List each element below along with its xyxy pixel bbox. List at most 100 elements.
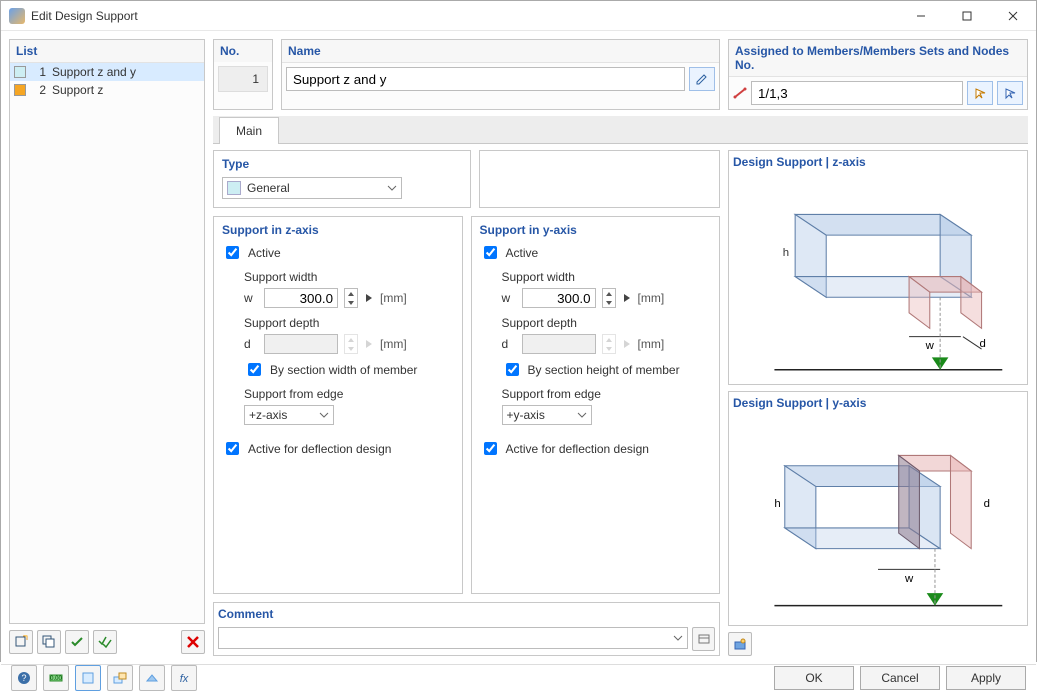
list-swatch (14, 84, 26, 96)
z-width-input[interactable] (264, 288, 338, 308)
number-field[interactable]: 1 (218, 66, 268, 92)
assigned-panel: Assigned to Members/Members Sets and Nod… (728, 39, 1028, 110)
y-active-checkbox[interactable] (484, 246, 497, 259)
y-width-sym: w (502, 291, 516, 305)
z-edge-combo[interactable]: +z-axis (244, 405, 334, 425)
y-deflection-label: Active for deflection design (506, 442, 649, 456)
type-swatch (227, 181, 241, 195)
y-width-step-icon[interactable] (622, 293, 632, 303)
z-edge-value: +z-axis (249, 408, 287, 422)
z-depth-step-icon (364, 339, 374, 349)
type-group: Type General (213, 150, 471, 208)
check-multi-button[interactable] (93, 630, 117, 654)
z-width-spinner[interactable] (344, 288, 358, 308)
maximize-button[interactable] (944, 1, 990, 31)
z-active-checkbox[interactable] (226, 246, 239, 259)
z-width-step-icon[interactable] (364, 293, 374, 303)
y-edge-combo[interactable]: +y-axis (502, 405, 592, 425)
edit-name-button[interactable] (689, 67, 715, 91)
assigned-input[interactable] (751, 81, 963, 105)
y-deflection-checkbox[interactable] (484, 442, 497, 455)
y-by-section-checkbox[interactable] (506, 363, 519, 376)
name-panel: Name (281, 39, 720, 110)
z-by-section-checkbox[interactable] (248, 363, 261, 376)
svg-text:h: h (783, 247, 789, 259)
y-depth-input (522, 334, 596, 354)
copy-item-button[interactable] (37, 630, 61, 654)
tabstrip: Main (213, 116, 1028, 144)
z-width-sym: w (244, 291, 258, 305)
preview-z-svg: h w d (733, 173, 1023, 380)
z-by-section-label: By section width of member (270, 363, 417, 377)
minimize-button[interactable] (898, 1, 944, 31)
y-width-spinner[interactable] (602, 288, 616, 308)
list-item-label: Support z (52, 83, 103, 97)
list-item-label: Support z and y (52, 65, 136, 79)
chevron-down-icon (577, 410, 587, 420)
pick-members-button[interactable] (967, 81, 993, 105)
list-item-number: 1 (32, 65, 46, 79)
delete-item-button[interactable] (181, 630, 205, 654)
support-z-header: Support in z-axis (222, 223, 454, 237)
preview-settings-button[interactable] (728, 632, 752, 656)
y-by-section-label: By section height of member (528, 363, 680, 377)
y-depth-label: Support depth (502, 316, 712, 330)
svg-text:fx: fx (180, 673, 189, 685)
type-combo[interactable]: General (222, 177, 402, 199)
y-active-label: Active (506, 246, 539, 260)
y-depth-unit: [mm] (638, 337, 665, 351)
y-depth-spinner (602, 334, 616, 354)
preview-z-title: Design Support | z-axis (733, 155, 1023, 169)
z-depth-input (264, 334, 338, 354)
units-button[interactable]: 0.00 (43, 665, 69, 691)
script-button[interactable]: fx (171, 665, 197, 691)
help-button[interactable]: ? (11, 665, 37, 691)
new-item-button[interactable] (9, 630, 33, 654)
z-width-unit: [mm] (380, 291, 407, 305)
close-button[interactable] (990, 1, 1036, 31)
cancel-button[interactable]: Cancel (860, 666, 940, 690)
view-2-button[interactable] (107, 665, 133, 691)
list-swatch (14, 66, 26, 78)
list-toolbar (9, 628, 205, 656)
member-icon (733, 86, 747, 100)
svg-text:?: ? (21, 673, 26, 683)
list-header: List (10, 40, 204, 63)
z-edge-header: Support from edge (244, 387, 454, 401)
titlebar: Edit Design Support (1, 1, 1036, 31)
z-depth-spinner (344, 334, 358, 354)
comment-header: Comment (218, 607, 715, 621)
svg-text:w: w (925, 340, 935, 352)
y-width-input[interactable] (522, 288, 596, 308)
z-deflection-checkbox[interactable] (226, 442, 239, 455)
comment-combo[interactable] (218, 627, 688, 649)
tab-main[interactable]: Main (219, 117, 279, 144)
svg-text:w: w (904, 573, 914, 585)
number-panel: No. 1 (213, 39, 273, 110)
number-header: No. (214, 40, 272, 62)
list-item[interactable]: 1 Support z and y (10, 63, 204, 81)
z-depth-label: Support depth (244, 316, 454, 330)
pick-nodes-button[interactable] (997, 81, 1023, 105)
view-1-button[interactable] (75, 665, 101, 691)
ok-button[interactable]: OK (774, 666, 854, 690)
y-depth-sym: d (502, 337, 516, 351)
chevron-down-icon (673, 633, 683, 643)
comment-pick-button[interactable] (692, 627, 715, 651)
view-3-button[interactable] (139, 665, 165, 691)
preview-y: Design Support | y-axis h d (728, 391, 1028, 626)
z-depth-unit: [mm] (380, 337, 407, 351)
list-item[interactable]: 2 Support z (10, 81, 204, 99)
empty-group (479, 150, 721, 208)
name-input[interactable] (286, 67, 685, 91)
name-header: Name (282, 40, 719, 63)
check-green-button[interactable] (65, 630, 89, 654)
chevron-down-icon (319, 410, 329, 420)
y-width-label: Support width (502, 270, 712, 284)
y-edge-value: +y-axis (507, 408, 545, 422)
preview-y-svg: h d w (733, 414, 1023, 621)
z-width-label: Support width (244, 270, 454, 284)
svg-text:0.00: 0.00 (50, 676, 62, 682)
window-title: Edit Design Support (31, 9, 898, 23)
apply-button[interactable]: Apply (946, 666, 1026, 690)
